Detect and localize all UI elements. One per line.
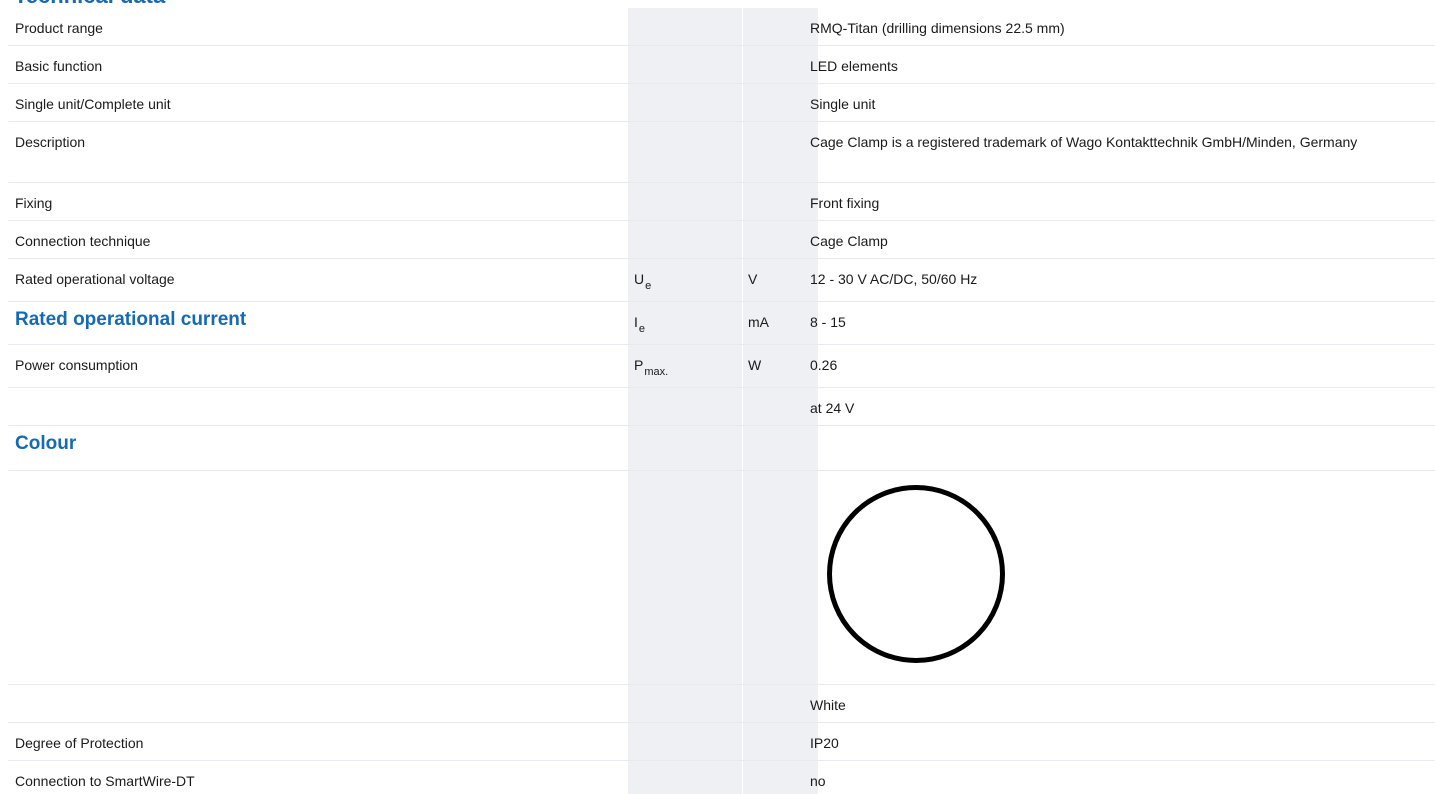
table-row: Fixing Front fixing [8, 183, 1435, 221]
row-label: Fixing [15, 195, 53, 211]
table-row: at 24 V [8, 388, 1435, 426]
row-label: Rated operational voltage [15, 271, 175, 287]
row-value: White [810, 697, 846, 713]
table-row: Basic function LED elements [8, 46, 1435, 84]
row-value: IP20 [810, 735, 839, 751]
colour-swatch-icon [827, 485, 1005, 663]
row-symbol: Pmax. [634, 345, 734, 387]
row-value: 8 - 15 [810, 314, 846, 330]
table-row: Colour [8, 426, 1435, 471]
table-row [8, 471, 1435, 685]
row-value: Cage Clamp is a registered trademark of … [810, 134, 1358, 150]
symbol-main: I [634, 314, 638, 330]
row-label: Degree of Protection [15, 735, 144, 751]
row-label: Power consumption [15, 357, 138, 373]
row-value: Single unit [810, 96, 876, 112]
row-label [15, 388, 615, 425]
row-label: Product range [15, 20, 103, 36]
table-row: Degree of Protection IP20 [8, 723, 1435, 761]
symbol-main: U [634, 271, 645, 287]
symbol-subscript: e [645, 280, 652, 292]
row-label-highlighted: Colour [15, 433, 77, 454]
datasheet-page: Technical data Product range RMQ-Titan (… [0, 0, 1435, 794]
row-label: Basic function [15, 58, 103, 74]
row-label: Connection to SmartWire-DT [15, 773, 195, 789]
row-value: no [810, 773, 826, 789]
table-row: Connection technique Cage Clamp [8, 221, 1435, 259]
row-symbol: Ue [634, 259, 734, 301]
table-row: Description Cage Clamp is a registered t… [8, 122, 1435, 183]
row-value: 0.26 [810, 357, 838, 373]
table-row: Connection to SmartWire-DT no [8, 761, 1435, 794]
symbol-subscript: e [638, 323, 646, 335]
table-row: Single unit/Complete unit Single unit [8, 84, 1435, 122]
row-symbol: Ie [634, 302, 734, 344]
section-heading-clipped: Technical data [0, 0, 1435, 8]
row-value: RMQ-Titan (drilling dimensions 22.5 mm) [810, 20, 1065, 36]
row-unit: W [748, 357, 762, 373]
table-row: Rated operational voltage Ue V 12 - 30 V… [8, 259, 1435, 302]
symbol-main: P [634, 357, 644, 373]
section-heading: Technical data [14, 0, 165, 8]
row-value: Cage Clamp [810, 233, 888, 249]
row-unit: V [748, 271, 758, 287]
symbol-subscript: max. [644, 366, 669, 378]
row-value: LED elements [810, 58, 898, 74]
row-value: Front fixing [810, 195, 880, 211]
table-row: White [8, 685, 1435, 723]
row-label: Single unit/Complete unit [15, 96, 171, 112]
table-row: Product range RMQ-Titan (drilling dimens… [8, 8, 1435, 46]
row-value [810, 426, 1430, 470]
row-unit: mA [748, 314, 769, 330]
table-row: Power consumption Pmax. W 0.26 [8, 345, 1435, 388]
row-label [15, 471, 615, 684]
table-row: Rated operational current Ie mA 8 - 15 [8, 302, 1435, 345]
row-label: Description [15, 134, 86, 150]
row-label [15, 685, 615, 722]
row-value: 12 - 30 V AC/DC, 50/60 Hz [810, 271, 978, 287]
row-label-highlighted: Rated operational current [15, 309, 247, 330]
row-value: at 24 V [810, 400, 855, 416]
row-label: Connection technique [15, 233, 151, 249]
